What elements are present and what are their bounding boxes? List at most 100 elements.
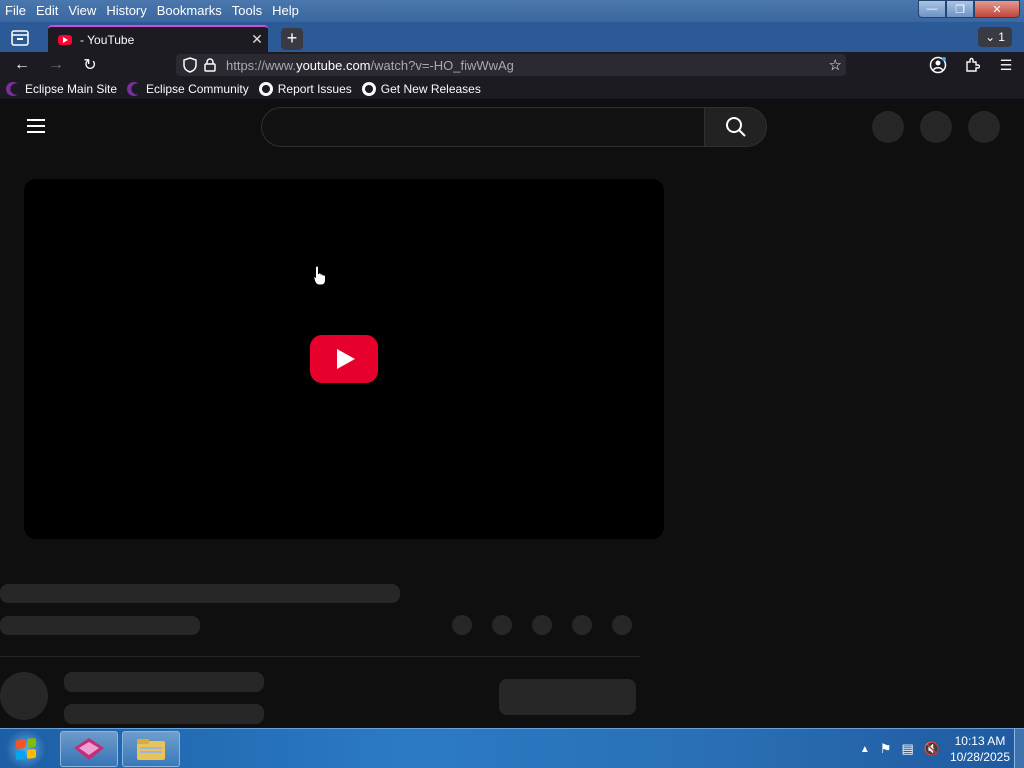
menu-history[interactable]: History xyxy=(101,1,151,21)
minimize-button[interactable]: — xyxy=(918,0,946,18)
action-center-icon[interactable]: ⚑ xyxy=(880,741,892,757)
menu-view[interactable]: View xyxy=(63,1,101,21)
reload-icon: ↻ xyxy=(83,57,97,74)
list-all-tabs-button[interactable]: ⌄ 1 xyxy=(978,27,1012,47)
folder-icon xyxy=(137,739,165,760)
bookmarks-toolbar: Eclipse Main Site Eclipse Community Repo… xyxy=(0,78,1024,100)
forward-arrow-icon: → xyxy=(48,56,64,73)
lock-icon[interactable] xyxy=(200,58,220,72)
channel-subs-skeleton xyxy=(64,704,264,724)
system-tray: ▲ ⚑ ▤ 🔇 10:13 AM 10/28/2025 xyxy=(860,733,1010,765)
tracking-protection-icon[interactable] xyxy=(180,57,200,73)
subtitle-skeleton xyxy=(0,616,200,635)
extensions-button[interactable] xyxy=(962,55,982,75)
window-controls: — ❐ ✕ xyxy=(918,0,1020,18)
bookmark-label: Get New Releases xyxy=(380,81,481,96)
placeholder-avatar[interactable] xyxy=(968,111,1000,143)
toolbar-right: ☰ xyxy=(928,55,1016,75)
action-skeleton xyxy=(492,615,512,635)
clock[interactable]: 10:13 AM 10/28/2025 xyxy=(950,733,1010,765)
placeholder-notifications-button[interactable] xyxy=(920,111,952,143)
url-prefix: https://www. xyxy=(226,57,297,73)
new-tab-button[interactable]: + xyxy=(281,28,303,50)
tab-bar: - YouTube ✕ + ⌄ 1 xyxy=(0,22,1024,52)
back-button[interactable]: ← xyxy=(12,55,32,75)
bookmark-report-issues[interactable]: Report Issues xyxy=(258,81,352,96)
minimize-icon: — xyxy=(926,3,938,15)
app-menu-button[interactable]: ☰ xyxy=(996,55,1016,75)
reload-button[interactable]: ↻ xyxy=(80,55,100,75)
action-skeleton xyxy=(572,615,592,635)
account-button[interactable] xyxy=(928,55,948,75)
menu-help[interactable]: Help xyxy=(267,1,304,21)
menu-bookmarks[interactable]: Bookmarks xyxy=(152,1,227,21)
windows-taskbar: ▲ ⚑ ▤ 🔇 10:13 AM 10/28/2025 xyxy=(0,728,1024,768)
clock-time: 10:13 AM xyxy=(954,734,1006,748)
hamburger-line xyxy=(27,131,45,133)
placeholder-create-button[interactable] xyxy=(872,111,904,143)
restore-button[interactable]: ❐ xyxy=(946,0,974,18)
menu-edit[interactable]: Edit xyxy=(31,1,63,21)
navigation-bar: ← → ↻ https://www.youtube.com/watch?v=-H… xyxy=(0,52,1024,78)
url-text[interactable]: https://www.youtube.com/watch?v=-HO_fiwW… xyxy=(226,58,514,73)
address-bar[interactable]: https://www.youtube.com/watch?v=-HO_fiwW… xyxy=(176,54,846,76)
channel-name-skeleton xyxy=(64,672,264,692)
browser-app-icon xyxy=(74,738,104,760)
tab-youtube[interactable]: - YouTube ✕ xyxy=(48,25,268,52)
bookmark-get-new-releases[interactable]: Get New Releases xyxy=(361,81,481,96)
bookmark-label: Eclipse Main Site xyxy=(25,81,118,96)
bookmark-star-icon[interactable]: ☆ xyxy=(829,56,842,74)
action-skeleton xyxy=(532,615,552,635)
action-skeleton xyxy=(612,615,632,635)
menu-tools[interactable]: Tools xyxy=(227,1,267,21)
channel-avatar-skeleton xyxy=(0,672,48,720)
divider xyxy=(0,656,640,657)
forward-button[interactable]: → xyxy=(46,55,66,75)
show-desktop-button[interactable] xyxy=(1014,729,1024,768)
youtube-favicon-icon xyxy=(58,34,72,45)
guide-menu-button[interactable] xyxy=(27,119,45,137)
account-icon xyxy=(929,56,947,74)
taskbar-explorer-button[interactable] xyxy=(122,731,180,767)
search-input[interactable] xyxy=(261,107,705,147)
tab-title: - YouTube xyxy=(80,32,135,47)
show-hidden-icons-icon[interactable]: ▲ xyxy=(860,744,870,755)
github-icon xyxy=(258,81,273,96)
bookmark-label: Report Issues xyxy=(277,81,352,96)
hamburger-icon xyxy=(27,119,45,121)
firefox-view-icon xyxy=(11,30,29,46)
bookmark-eclipse-main-site[interactable]: Eclipse Main Site xyxy=(6,81,118,96)
bookmark-label: Eclipse Community xyxy=(146,81,249,96)
title-skeleton xyxy=(0,584,400,603)
window-titlebar: File Edit View History Bookmarks Tools H… xyxy=(0,0,1024,22)
action-skeleton xyxy=(452,615,472,635)
search-button[interactable] xyxy=(704,107,767,147)
firefox-view-button[interactable] xyxy=(8,27,32,49)
close-window-button[interactable]: ✕ xyxy=(974,0,1020,18)
close-icon: ✕ xyxy=(992,3,1002,16)
puzzle-icon xyxy=(966,57,980,72)
back-arrow-icon: ← xyxy=(14,56,30,73)
play-button[interactable] xyxy=(310,335,378,383)
hamburger-line xyxy=(27,125,45,127)
volume-muted-icon[interactable]: 🔇 xyxy=(924,741,940,757)
restore-icon: ❐ xyxy=(955,3,965,16)
eclipse-icon xyxy=(127,81,142,96)
github-icon xyxy=(361,81,376,96)
video-player[interactable] xyxy=(24,179,664,539)
taskbar-browser-button[interactable] xyxy=(60,731,118,767)
clock-date: 10/28/2025 xyxy=(949,750,1010,764)
url-path: /watch?v=-HO_fiwWwAg xyxy=(370,57,514,73)
start-button[interactable] xyxy=(4,730,48,768)
menu-icon: ☰ xyxy=(999,56,1013,73)
youtube-page xyxy=(0,100,1024,728)
tab-close-button[interactable]: ✕ xyxy=(246,31,268,48)
menu-file[interactable]: File xyxy=(0,1,31,21)
tab-count: 1 xyxy=(998,30,1005,44)
mouse-cursor-icon xyxy=(313,265,326,286)
chevron-down-icon: ⌄ xyxy=(985,30,996,44)
eclipse-icon xyxy=(6,81,20,96)
network-icon[interactable]: ▤ xyxy=(901,741,913,757)
bookmark-eclipse-community[interactable]: Eclipse Community xyxy=(127,81,249,96)
search-icon xyxy=(725,117,746,137)
